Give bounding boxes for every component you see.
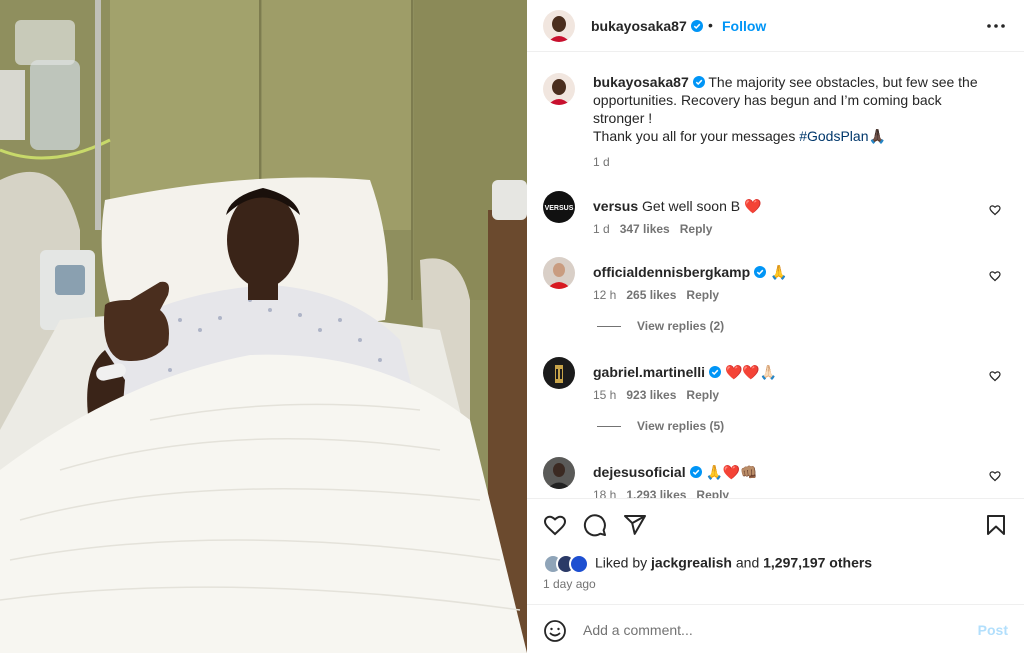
comments-list[interactable]: bukayosaka87 The majority see obstacles,… (527, 53, 1024, 498)
caption-thanks: Thank you all for your messages (593, 128, 800, 144)
comment-age: 18 h (593, 488, 617, 498)
caption-emoji: 🙏🏿 (868, 128, 886, 144)
liker-avatars[interactable] (543, 554, 593, 574)
view-replies-button[interactable]: View replies (2) (597, 319, 724, 333)
post-photo[interactable] (0, 0, 527, 653)
posted-ago[interactable]: 1 day ago (543, 577, 596, 591)
commenter-username[interactable]: versus (593, 198, 638, 214)
liker-avatar (569, 554, 589, 574)
comment-text: ❤️❤️🙏🏻 (724, 364, 778, 380)
commenter-avatar[interactable] (543, 457, 575, 489)
comment-like-heart-icon[interactable] (989, 470, 1001, 482)
reply-button[interactable]: Reply (696, 488, 729, 498)
comment-like-heart-icon[interactable] (989, 370, 1001, 382)
comment-likes[interactable]: 923 likes (626, 388, 676, 402)
commenter-username[interactable]: officialdennisbergkamp (593, 264, 767, 280)
commenter-avatar[interactable] (543, 357, 575, 389)
add-comment-input[interactable] (583, 619, 963, 641)
verified-icon (689, 466, 702, 478)
commenter-username-text[interactable]: gabriel.martinelli (593, 364, 705, 380)
header-separator: • (708, 17, 713, 33)
follow-button[interactable]: Follow (722, 18, 766, 34)
comment-meta: 12 h 265 likes Reply (593, 288, 719, 302)
caption-author-username[interactable]: bukayosaka87 (593, 74, 689, 90)
caption-line-2: opportunities. Recovery has begun and I’… (593, 92, 942, 108)
liked-by-prefix: Liked by (595, 554, 652, 571)
bookmark-icon[interactable] (984, 513, 1008, 537)
share-icon[interactable] (623, 513, 647, 537)
commenter-username-text[interactable]: dejesusoficial (593, 464, 686, 480)
view-replies-line (597, 426, 621, 428)
comment-like-heart-icon[interactable] (989, 270, 1001, 282)
verified-icon (709, 366, 722, 378)
comment-body: gabriel.martinelli ❤️❤️🙏🏻 (593, 364, 973, 381)
comment-meta: 18 h 1,293 likes Reply (593, 488, 729, 498)
verified-icon (754, 266, 767, 278)
svg-text:VERSUS: VERSUS (545, 205, 574, 212)
verified-icon (692, 76, 705, 88)
comment-age: 1 d (593, 222, 610, 236)
comment-text: Get well soon B ❤️ (642, 198, 762, 214)
comment-body: dejesusoficial 🙏❤️👊🏽 (593, 464, 973, 481)
caption-line-3: stronger ! (593, 110, 653, 126)
comment-composer: Post (527, 604, 1024, 653)
comment-body: versus Get well soon B ❤️ (593, 198, 973, 215)
comment-age: 15 h (593, 388, 617, 402)
view-replies-label[interactable]: View replies (2) (637, 319, 724, 333)
comment-age: 12 h (593, 288, 617, 302)
reply-button[interactable]: Reply (686, 388, 719, 402)
comment-meta: 15 h 923 likes Reply (593, 388, 719, 402)
comment-likes[interactable]: 347 likes (620, 222, 670, 236)
comment-body: officialdennisbergkamp 🙏 (593, 264, 973, 281)
author-username-text[interactable]: bukayosaka87 (591, 18, 687, 34)
liked-by-middle: and (731, 554, 764, 571)
reply-button[interactable]: Reply (680, 222, 713, 236)
comment-like-heart-icon[interactable] (989, 204, 1001, 216)
post-header: bukayosaka87 • Follow (527, 0, 1024, 52)
comment-meta: 1 d 347 likes Reply (593, 222, 712, 236)
comment-text: 🙏 (770, 264, 788, 280)
liked-by: Liked by jackgrealish and 1,297,197 othe… (543, 554, 872, 574)
more-options-icon[interactable] (986, 18, 1006, 34)
caption-age: 1 d (593, 155, 610, 169)
liked-by-user[interactable]: jackgrealish (651, 555, 732, 571)
hospital-bed-photo (0, 0, 527, 653)
comment-likes[interactable]: 265 likes (626, 288, 676, 302)
post-comment-button[interactable]: Post (978, 622, 1008, 638)
caption-line-1: The majority see obstacles, but few see … (708, 74, 978, 90)
view-replies-line (597, 326, 621, 328)
commenter-username-text[interactable]: officialdennisbergkamp (593, 264, 750, 280)
caption-text: bukayosaka87 The majority see obstacles,… (593, 73, 1003, 171)
emoji-icon[interactable] (543, 619, 567, 643)
heart-icon[interactable] (543, 513, 567, 537)
post-actions: Liked by jackgrealish and 1,297,197 othe… (527, 498, 1024, 604)
comment-icon[interactable] (583, 513, 607, 537)
liked-by-others[interactable]: 1,297,197 others (763, 555, 872, 571)
caption-author-avatar[interactable] (543, 73, 575, 105)
commenter-avatar[interactable] (543, 257, 575, 289)
post-side-panel: bukayosaka87 • Follow bukayosaka87 The m… (527, 0, 1024, 653)
comment-likes[interactable]: 1,293 likes (626, 488, 686, 498)
commenter-username[interactable]: dejesusoficial (593, 464, 702, 480)
view-replies-label[interactable]: View replies (5) (637, 419, 724, 433)
reply-button[interactable]: Reply (686, 288, 719, 302)
author-avatar[interactable] (543, 10, 575, 42)
commenter-avatar[interactable]: VERSUS (543, 191, 575, 223)
comment-text: 🙏❤️👊🏽 (705, 464, 758, 480)
verified-icon (690, 20, 703, 32)
commenter-username[interactable]: gabriel.martinelli (593, 364, 722, 380)
author-username[interactable]: bukayosaka87 (591, 18, 703, 34)
view-replies-button[interactable]: View replies (5) (597, 419, 724, 433)
hashtag-link[interactable]: #GodsPlan (799, 128, 868, 144)
